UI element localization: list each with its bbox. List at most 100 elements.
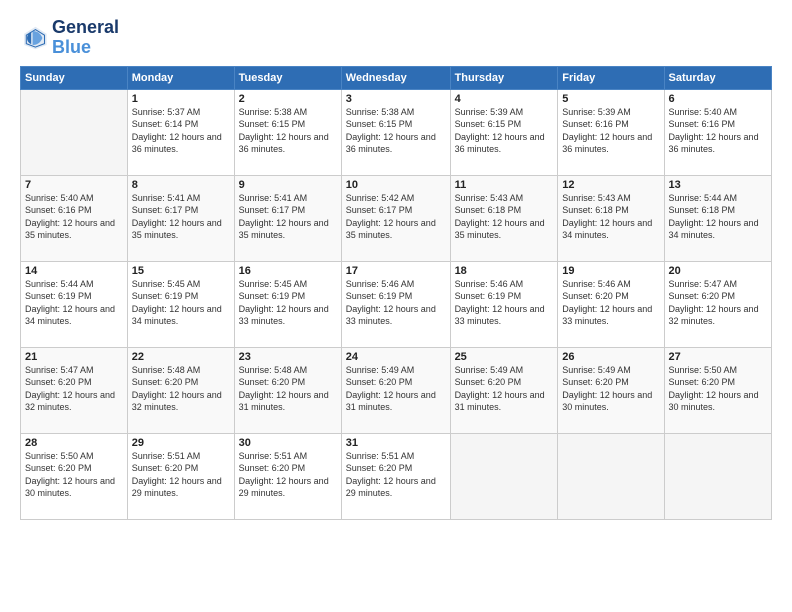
calendar-day-cell: 19Sunrise: 5:46 AM Sunset: 6:20 PM Dayli… xyxy=(558,261,664,347)
calendar-day-cell xyxy=(558,433,664,519)
calendar-day-cell: 15Sunrise: 5:45 AM Sunset: 6:19 PM Dayli… xyxy=(127,261,234,347)
day-info: Sunrise: 5:43 AM Sunset: 6:18 PM Dayligh… xyxy=(455,192,554,242)
calendar-day-cell xyxy=(450,433,558,519)
logo-line2: Blue xyxy=(52,38,119,58)
day-info: Sunrise: 5:49 AM Sunset: 6:20 PM Dayligh… xyxy=(455,364,554,414)
day-info: Sunrise: 5:50 AM Sunset: 6:20 PM Dayligh… xyxy=(669,364,767,414)
day-number: 30 xyxy=(239,437,337,449)
calendar-week-row: 28Sunrise: 5:50 AM Sunset: 6:20 PM Dayli… xyxy=(21,433,772,519)
calendar-day-cell: 14Sunrise: 5:44 AM Sunset: 6:19 PM Dayli… xyxy=(21,261,128,347)
logo-icon xyxy=(20,24,48,52)
calendar-day-cell: 30Sunrise: 5:51 AM Sunset: 6:20 PM Dayli… xyxy=(234,433,341,519)
calendar-day-cell: 20Sunrise: 5:47 AM Sunset: 6:20 PM Dayli… xyxy=(664,261,771,347)
day-number: 25 xyxy=(455,351,554,363)
logo: General Blue xyxy=(20,18,119,58)
calendar-day-cell: 21Sunrise: 5:47 AM Sunset: 6:20 PM Dayli… xyxy=(21,347,128,433)
day-info: Sunrise: 5:38 AM Sunset: 6:15 PM Dayligh… xyxy=(239,106,337,156)
day-number: 21 xyxy=(25,351,123,363)
day-number: 6 xyxy=(669,93,767,105)
day-info: Sunrise: 5:44 AM Sunset: 6:19 PM Dayligh… xyxy=(25,278,123,328)
day-number: 15 xyxy=(132,265,230,277)
day-info: Sunrise: 5:42 AM Sunset: 6:17 PM Dayligh… xyxy=(346,192,446,242)
day-info: Sunrise: 5:51 AM Sunset: 6:20 PM Dayligh… xyxy=(346,450,446,500)
day-info: Sunrise: 5:46 AM Sunset: 6:20 PM Dayligh… xyxy=(562,278,659,328)
day-info: Sunrise: 5:46 AM Sunset: 6:19 PM Dayligh… xyxy=(346,278,446,328)
day-number: 29 xyxy=(132,437,230,449)
day-number: 27 xyxy=(669,351,767,363)
page: General Blue SundayMondayTuesdayWednesda… xyxy=(0,0,792,612)
calendar-day-cell: 6Sunrise: 5:40 AM Sunset: 6:16 PM Daylig… xyxy=(664,89,771,175)
calendar-body: 1Sunrise: 5:37 AM Sunset: 6:14 PM Daylig… xyxy=(21,89,772,519)
calendar-day-cell: 9Sunrise: 5:41 AM Sunset: 6:17 PM Daylig… xyxy=(234,175,341,261)
day-number: 13 xyxy=(669,179,767,191)
calendar-header-cell: Thursday xyxy=(450,66,558,89)
day-info: Sunrise: 5:47 AM Sunset: 6:20 PM Dayligh… xyxy=(669,278,767,328)
day-info: Sunrise: 5:44 AM Sunset: 6:18 PM Dayligh… xyxy=(669,192,767,242)
calendar-day-cell: 26Sunrise: 5:49 AM Sunset: 6:20 PM Dayli… xyxy=(558,347,664,433)
day-info: Sunrise: 5:48 AM Sunset: 6:20 PM Dayligh… xyxy=(239,364,337,414)
day-number: 16 xyxy=(239,265,337,277)
day-number: 28 xyxy=(25,437,123,449)
day-info: Sunrise: 5:49 AM Sunset: 6:20 PM Dayligh… xyxy=(562,364,659,414)
day-number: 19 xyxy=(562,265,659,277)
day-info: Sunrise: 5:47 AM Sunset: 6:20 PM Dayligh… xyxy=(25,364,123,414)
day-info: Sunrise: 5:50 AM Sunset: 6:20 PM Dayligh… xyxy=(25,450,123,500)
calendar-week-row: 7Sunrise: 5:40 AM Sunset: 6:16 PM Daylig… xyxy=(21,175,772,261)
day-info: Sunrise: 5:46 AM Sunset: 6:19 PM Dayligh… xyxy=(455,278,554,328)
day-info: Sunrise: 5:41 AM Sunset: 6:17 PM Dayligh… xyxy=(239,192,337,242)
day-info: Sunrise: 5:40 AM Sunset: 6:16 PM Dayligh… xyxy=(669,106,767,156)
day-number: 2 xyxy=(239,93,337,105)
day-number: 31 xyxy=(346,437,446,449)
day-number: 1 xyxy=(132,93,230,105)
calendar-header-cell: Monday xyxy=(127,66,234,89)
header: General Blue xyxy=(20,18,772,58)
calendar-day-cell: 17Sunrise: 5:46 AM Sunset: 6:19 PM Dayli… xyxy=(341,261,450,347)
calendar-day-cell: 3Sunrise: 5:38 AM Sunset: 6:15 PM Daylig… xyxy=(341,89,450,175)
day-info: Sunrise: 5:40 AM Sunset: 6:16 PM Dayligh… xyxy=(25,192,123,242)
day-info: Sunrise: 5:45 AM Sunset: 6:19 PM Dayligh… xyxy=(239,278,337,328)
day-number: 11 xyxy=(455,179,554,191)
logo-line1: General xyxy=(52,18,119,38)
day-info: Sunrise: 5:39 AM Sunset: 6:16 PM Dayligh… xyxy=(562,106,659,156)
calendar-day-cell: 10Sunrise: 5:42 AM Sunset: 6:17 PM Dayli… xyxy=(341,175,450,261)
day-number: 8 xyxy=(132,179,230,191)
day-info: Sunrise: 5:41 AM Sunset: 6:17 PM Dayligh… xyxy=(132,192,230,242)
calendar-header-cell: Saturday xyxy=(664,66,771,89)
day-info: Sunrise: 5:51 AM Sunset: 6:20 PM Dayligh… xyxy=(132,450,230,500)
day-number: 24 xyxy=(346,351,446,363)
day-number: 14 xyxy=(25,265,123,277)
day-info: Sunrise: 5:45 AM Sunset: 6:19 PM Dayligh… xyxy=(132,278,230,328)
calendar-week-row: 21Sunrise: 5:47 AM Sunset: 6:20 PM Dayli… xyxy=(21,347,772,433)
calendar-table: SundayMondayTuesdayWednesdayThursdayFrid… xyxy=(20,66,772,520)
calendar-day-cell: 18Sunrise: 5:46 AM Sunset: 6:19 PM Dayli… xyxy=(450,261,558,347)
calendar-day-cell: 4Sunrise: 5:39 AM Sunset: 6:15 PM Daylig… xyxy=(450,89,558,175)
calendar-day-cell: 1Sunrise: 5:37 AM Sunset: 6:14 PM Daylig… xyxy=(127,89,234,175)
calendar-header-cell: Sunday xyxy=(21,66,128,89)
day-info: Sunrise: 5:49 AM Sunset: 6:20 PM Dayligh… xyxy=(346,364,446,414)
calendar-day-cell: 5Sunrise: 5:39 AM Sunset: 6:16 PM Daylig… xyxy=(558,89,664,175)
day-info: Sunrise: 5:37 AM Sunset: 6:14 PM Dayligh… xyxy=(132,106,230,156)
calendar-day-cell: 31Sunrise: 5:51 AM Sunset: 6:20 PM Dayli… xyxy=(341,433,450,519)
day-info: Sunrise: 5:38 AM Sunset: 6:15 PM Dayligh… xyxy=(346,106,446,156)
day-number: 7 xyxy=(25,179,123,191)
calendar-header-cell: Friday xyxy=(558,66,664,89)
day-number: 4 xyxy=(455,93,554,105)
day-number: 22 xyxy=(132,351,230,363)
calendar-header-cell: Tuesday xyxy=(234,66,341,89)
calendar-day-cell: 22Sunrise: 5:48 AM Sunset: 6:20 PM Dayli… xyxy=(127,347,234,433)
calendar-day-cell: 2Sunrise: 5:38 AM Sunset: 6:15 PM Daylig… xyxy=(234,89,341,175)
day-number: 17 xyxy=(346,265,446,277)
day-info: Sunrise: 5:39 AM Sunset: 6:15 PM Dayligh… xyxy=(455,106,554,156)
calendar-header-cell: Wednesday xyxy=(341,66,450,89)
calendar-day-cell: 7Sunrise: 5:40 AM Sunset: 6:16 PM Daylig… xyxy=(21,175,128,261)
calendar-day-cell: 8Sunrise: 5:41 AM Sunset: 6:17 PM Daylig… xyxy=(127,175,234,261)
calendar-day-cell: 27Sunrise: 5:50 AM Sunset: 6:20 PM Dayli… xyxy=(664,347,771,433)
calendar-week-row: 14Sunrise: 5:44 AM Sunset: 6:19 PM Dayli… xyxy=(21,261,772,347)
calendar-day-cell: 25Sunrise: 5:49 AM Sunset: 6:20 PM Dayli… xyxy=(450,347,558,433)
day-number: 9 xyxy=(239,179,337,191)
calendar-day-cell: 11Sunrise: 5:43 AM Sunset: 6:18 PM Dayli… xyxy=(450,175,558,261)
calendar-day-cell: 13Sunrise: 5:44 AM Sunset: 6:18 PM Dayli… xyxy=(664,175,771,261)
day-number: 26 xyxy=(562,351,659,363)
day-number: 5 xyxy=(562,93,659,105)
day-number: 10 xyxy=(346,179,446,191)
